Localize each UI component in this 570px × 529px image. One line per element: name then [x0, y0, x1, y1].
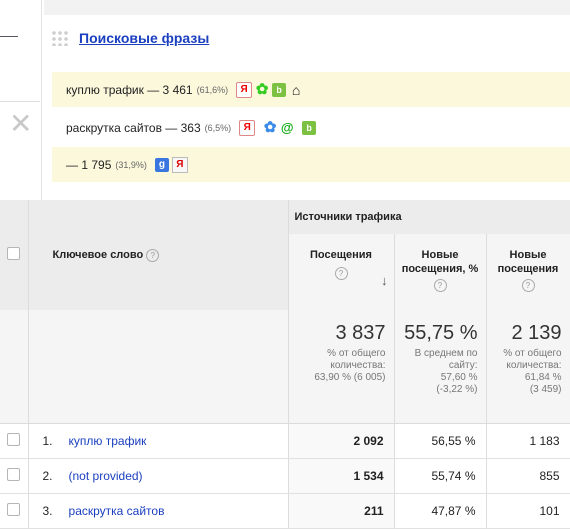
yandex-icon: Я	[239, 119, 256, 136]
total-visits-note-line: 63,90 % (6 005)	[314, 372, 386, 383]
visits-column-header[interactable]: Посещения ? ↓	[288, 234, 395, 310]
bing-icon: b	[302, 120, 317, 135]
keyword-cell: 2. (not provided)	[28, 458, 289, 494]
close-icon[interactable]: ✕	[9, 110, 32, 138]
keyword-column-header: Ключевое слово ?	[28, 200, 289, 310]
total-newvisits-note-line: 61,84 %	[524, 372, 562, 383]
side-panel-line	[0, 36, 18, 37]
total-newpct-note-line: 57,60 %	[440, 372, 478, 383]
new-visits-pct-header-label: Новые посещения, %	[401, 249, 479, 275]
side-panel-divider	[0, 101, 40, 102]
side-panel: ✕	[0, 0, 40, 200]
select-all-cell	[0, 200, 29, 310]
phrase-row: куплю трафик — 3 461 (61,6%) Я ✿ b ⌂	[52, 72, 570, 107]
select-all-checkbox[interactable]	[7, 247, 21, 260]
new-visits-column-header[interactable]: Новые посещения ?	[486, 234, 570, 310]
top-strip	[44, 0, 570, 15]
keyword-link[interactable]: (not provided)	[69, 469, 143, 483]
total-newpct-note-line: сайту:	[448, 360, 478, 371]
widget-title[interactable]: Поисковые фразы	[79, 30, 209, 46]
mail-icon: @	[280, 119, 294, 135]
phrase-text[interactable]: куплю трафик — 3 461	[66, 83, 193, 97]
table-row: 2. (not provided) 1 534 55,74 % 855	[0, 458, 570, 494]
row-index: 1.	[42, 434, 53, 448]
total-newvisits-note: % от общего количества: 61,84 % (3 459)	[487, 348, 570, 396]
traffic-sources-group-header: Источники трафика	[288, 200, 570, 234]
help-icon[interactable]: ?	[433, 279, 447, 292]
keyword-header-label[interactable]: Ключевое слово	[53, 249, 144, 261]
newpct-cell: 55,74 %	[394, 458, 487, 494]
totals-empty-cell	[0, 310, 29, 424]
total-visits-note-line: % от общего	[327, 348, 386, 359]
drag-handle-icon[interactable]	[51, 30, 69, 46]
row-index: 2.	[42, 469, 53, 483]
new-visits-pct-column-header[interactable]: Новые посещения, % ?	[394, 234, 487, 310]
newvisits-cell: 1 183	[486, 423, 570, 459]
total-visits-note-line: количества:	[330, 360, 386, 371]
row-checkbox[interactable]	[7, 503, 21, 516]
visits-header-label: Посещения	[310, 249, 372, 261]
google-icon: g	[154, 157, 169, 172]
total-newvisits-note-line: количества:	[506, 360, 562, 371]
totals-newpct-cell: 55,75 % В среднем по сайту: 57,60 % (-3,…	[394, 310, 487, 424]
total-visits-value: 3 837	[335, 322, 386, 344]
keyword-cell: 1. куплю трафик	[28, 423, 289, 459]
total-visits-note: % от общего количества: 63,90 % (6 005)	[289, 348, 394, 384]
phrase-text[interactable]: — 1 795	[66, 158, 111, 172]
phrase-text[interactable]: раскрутка сайтов — 363	[66, 121, 201, 135]
newpct-cell: 56,55 %	[394, 423, 487, 459]
sort-down-icon[interactable]: ↓	[381, 274, 388, 288]
row-checkbox-cell	[0, 423, 29, 459]
visits-cell: 1 534	[288, 458, 395, 494]
phrase-row: раскрутка сайтов — 363 (6,5%) Я ✿ @ b	[52, 110, 570, 145]
flower-icon: ✿	[255, 80, 269, 98]
totals-keyword-cell	[28, 310, 289, 424]
help-icon[interactable]: ?	[146, 248, 160, 262]
table-row: 3. раскрутка сайтов 211 47,87 % 101	[0, 493, 570, 529]
newvisits-cell: 101	[486, 493, 570, 529]
phrase-percent: (6,5%)	[204, 122, 232, 133]
total-newpct-note: В среднем по сайту: 57,60 % (-3,22 %)	[395, 348, 486, 396]
totals-newvisits-cell: 2 139 % от общего количества: 61,84 % (3…	[486, 310, 570, 424]
row-checkbox[interactable]	[7, 433, 21, 446]
phrase-percent: (61,6%)	[196, 84, 229, 95]
new-visits-header-label: Новые посещения	[497, 249, 559, 275]
totals-row: 3 837 % от общего количества: 63,90 % (6…	[0, 310, 570, 424]
flower-icon: ✿	[263, 118, 277, 136]
keyword-report: Ключевое слово ? Источники трафика Посещ…	[0, 200, 570, 529]
bing-icon: b	[272, 82, 287, 97]
house-icon: ⌂	[291, 81, 301, 98]
total-newvisits-value: 2 139	[511, 322, 562, 344]
keyword-cell: 3. раскрутка сайтов	[28, 493, 289, 529]
visits-cell: 2 092	[288, 423, 395, 459]
row-checkbox[interactable]	[7, 468, 21, 481]
keyword-link[interactable]: куплю трафик	[69, 434, 147, 448]
row-checkbox-cell	[0, 493, 29, 529]
row-checkbox-cell	[0, 458, 29, 494]
total-newpct-note-line: В среднем по	[414, 348, 478, 359]
visits-cell: 211	[288, 493, 395, 529]
totals-visits-cell: 3 837 % от общего количества: 63,90 % (6…	[288, 310, 395, 424]
report-table: Ключевое слово ? Источники трафика Посещ…	[0, 200, 570, 529]
total-newpct-value: 55,75 %	[404, 322, 478, 344]
yandex-icon: Я	[236, 81, 253, 98]
table-row: 1. куплю трафик 2 092 56,55 % 1 183	[0, 423, 570, 459]
help-icon[interactable]: ?	[334, 267, 348, 280]
help-icon[interactable]: ?	[521, 279, 535, 292]
total-newvisits-note-line: % от общего	[503, 348, 562, 359]
phrase-row: — 1 795 (31,9%) g Я	[52, 147, 570, 182]
total-newvisits-note-line: (3 459)	[529, 384, 562, 395]
total-newpct-note-line: (-3,22 %)	[436, 384, 478, 395]
search-phrases-widget: Поисковые фразы куплю трафик — 3 461 (61…	[42, 18, 570, 200]
phrase-percent: (31,9%)	[115, 159, 147, 170]
newvisits-cell: 855	[486, 458, 570, 494]
yandex-icon: Я	[171, 156, 188, 173]
newpct-cell: 47,87 %	[394, 493, 487, 529]
